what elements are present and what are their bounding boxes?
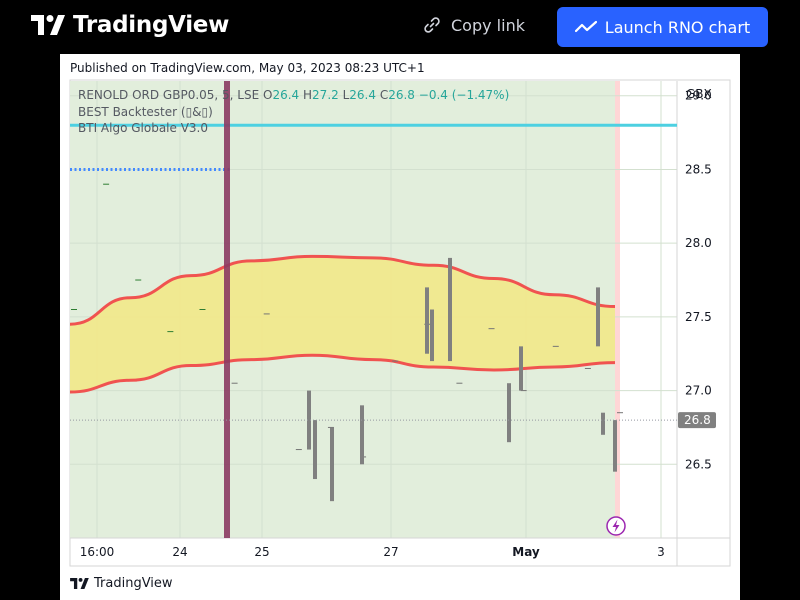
candle <box>507 383 511 443</box>
candle <box>330 427 334 502</box>
candle <box>601 412 605 435</box>
candle <box>430 309 434 362</box>
candle <box>425 287 429 354</box>
y-tick-label: 28.0 <box>685 236 712 250</box>
lightning-icon[interactable] <box>606 516 626 536</box>
candle <box>519 346 523 391</box>
brand-name: TradingView <box>73 12 230 38</box>
link-icon <box>424 17 440 33</box>
candle <box>596 287 600 347</box>
chart-line-icon <box>574 20 597 33</box>
y-tick-label: 27.0 <box>685 384 712 398</box>
last-price-label: 26.8 <box>684 413 711 427</box>
y-tick-label: 29.0 <box>685 89 712 103</box>
legend-indicator-1[interactable]: BEST Backtester (▯&▯) <box>78 104 509 121</box>
candle <box>613 420 617 472</box>
legend-ohlc-row: RENOLD ORD GBP0.05, 5, LSE O26.4 H27.2 L… <box>78 87 509 104</box>
footer-logo[interactable]: TradingView <box>70 576 173 591</box>
high-label: H <box>303 88 313 102</box>
x-tick-label: 24 <box>172 545 187 559</box>
chart-card: Published on TradingView.com, May 03, 20… <box>60 54 740 600</box>
vertical-marker <box>224 81 230 538</box>
y-tick-label: 27.5 <box>685 310 712 324</box>
copy-link-button[interactable]: Copy link <box>422 15 525 35</box>
low-value: 26.4 <box>349 88 376 102</box>
high-value: 27.2 <box>312 88 339 102</box>
launch-chart-label: Launch RNO chart <box>604 17 751 37</box>
copy-link-label: Copy link <box>451 15 525 35</box>
tradingview-logo[interactable]: TradingView <box>31 12 229 38</box>
x-tick-label: 3 <box>657 545 665 559</box>
legend-indicator-2[interactable]: BTI Algo Globale V3.0 <box>78 120 509 137</box>
tradingview-logo-icon <box>31 15 65 35</box>
candle <box>448 257 452 362</box>
y-tick-label: 26.5 <box>685 457 712 471</box>
close-label: C <box>379 88 389 102</box>
footer-brand: TradingView <box>94 576 173 591</box>
candle <box>313 420 317 480</box>
open-value: 26.4 <box>272 88 300 102</box>
x-tick-label: 25 <box>254 545 269 559</box>
launch-chart-button[interactable]: Launch RNO chart <box>557 7 768 47</box>
x-tick-label: May <box>512 545 540 559</box>
y-tick-label: 28.5 <box>685 162 712 176</box>
symbol-title: RENOLD ORD GBP0.05, 5, LSE <box>78 88 260 102</box>
tradingview-logo-icon <box>70 578 89 589</box>
chart-legend: RENOLD ORD GBP0.05, 5, LSE O26.4 H27.2 L… <box>78 87 509 137</box>
top-bar: TradingView Copy link Launch RNO chart <box>0 0 800 54</box>
close-value: 26.8 <box>388 88 415 102</box>
x-tick-label: 27 <box>383 545 398 559</box>
candle <box>360 405 364 465</box>
x-tick-label: 16:00 <box>80 545 115 559</box>
change-value: −0.4 (−1.47%) <box>418 88 510 102</box>
